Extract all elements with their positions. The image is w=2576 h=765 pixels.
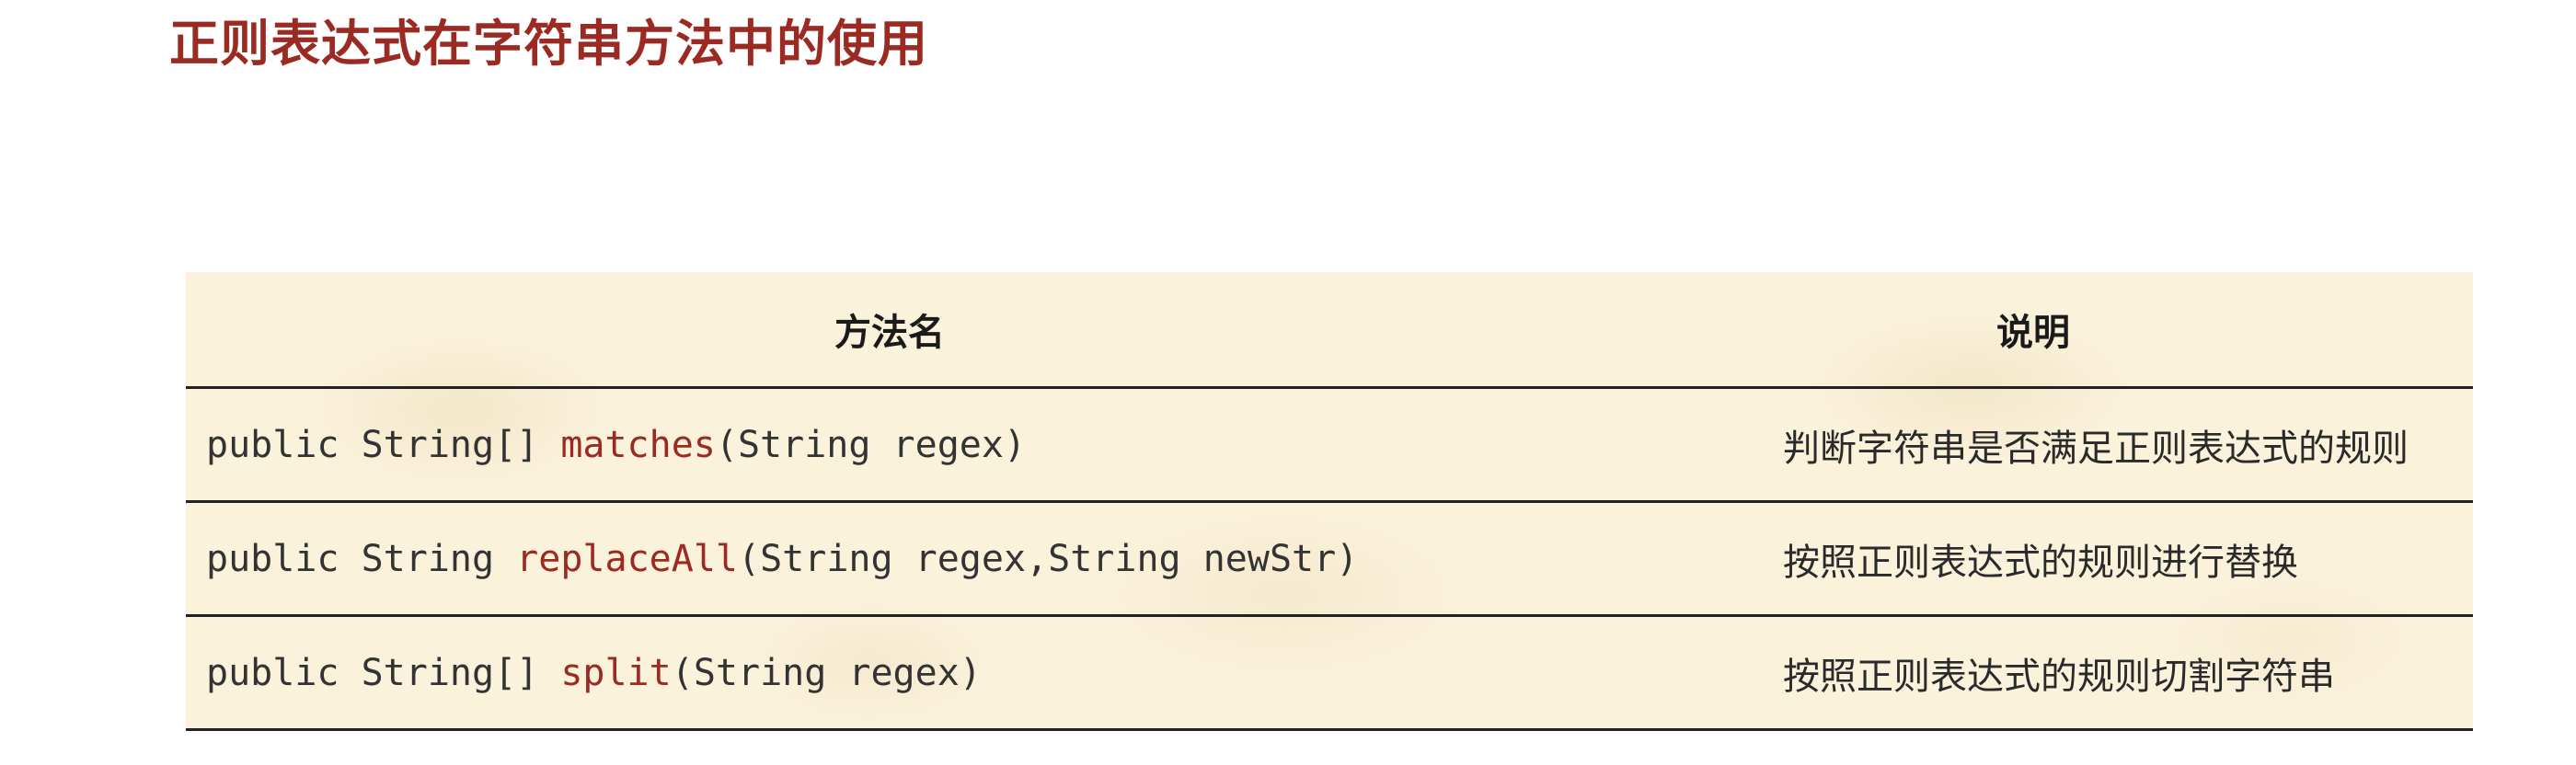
table-header-row: 方法名 说明 <box>186 272 2473 389</box>
method-signature: public String replaceAll(String regex,St… <box>186 501 1593 617</box>
method-params: (String regex) <box>671 651 982 694</box>
table-row: public String[] split(String regex) 按照正则… <box>186 615 2473 731</box>
method-description: 按照正则表达式的规则切割字符串 <box>1593 615 2473 731</box>
method-prefix: public String <box>206 537 517 580</box>
page: 正则表达式在字符串方法中的使用 方法名 说明 public String[] m… <box>0 0 2576 765</box>
method-name: replaceAll <box>516 537 738 580</box>
header-method-name: 方法名 <box>186 272 1593 389</box>
methods-table: 方法名 说明 public String[] matches(String re… <box>186 272 2473 731</box>
method-description: 判断字符串是否满足正则表达式的规则 <box>1593 387 2473 503</box>
method-name: split <box>560 651 672 694</box>
header-description: 说明 <box>1593 272 2473 389</box>
method-params: (String regex,String newStr) <box>737 537 1359 580</box>
method-signature: public String[] matches(String regex) <box>186 387 1593 503</box>
table-row: public String[] matches(String regex) 判断… <box>186 387 2473 503</box>
method-prefix: public String[] <box>206 423 561 466</box>
table-row: public String replaceAll(String regex,St… <box>186 501 2473 617</box>
methods-table-container: 方法名 说明 public String[] matches(String re… <box>186 272 2473 731</box>
method-name: matches <box>560 423 716 466</box>
page-title: 正则表达式在字符串方法中的使用 <box>169 15 928 73</box>
method-description: 按照正则表达式的规则进行替换 <box>1593 501 2473 617</box>
method-signature: public String[] split(String regex) <box>186 615 1593 731</box>
method-prefix: public String[] <box>206 651 561 694</box>
method-params: (String regex) <box>715 423 1027 466</box>
